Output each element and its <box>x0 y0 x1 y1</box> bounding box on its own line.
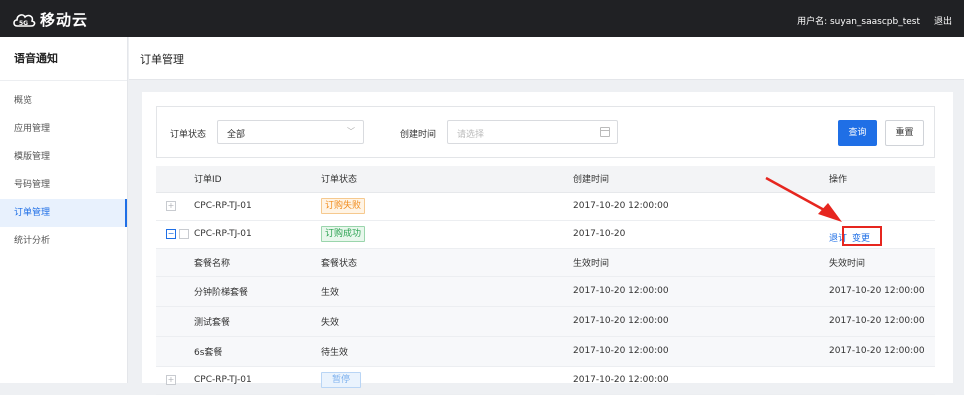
sub-header-plan-name: 套餐名称 <box>194 248 321 277</box>
search-button[interactable]: 查询 <box>838 120 877 146</box>
status-badge: 订购成功 <box>321 226 366 242</box>
cloud-logo-icon: 5G <box>13 13 36 27</box>
status-badge: 订购失败 <box>321 198 366 214</box>
plan-status-cell: 生效 <box>321 276 573 307</box>
sidebar-item-statistics[interactable]: 统计分析 <box>0 227 127 255</box>
sidebar-item-overview[interactable]: 概览 <box>0 87 127 115</box>
top-bar: 5G 移动云 用户名: suyan_saascpb_test 退出 <box>0 0 964 37</box>
sidebar-item-numbers[interactable]: 号码管理 <box>0 171 127 199</box>
logo: 5G 移动云 <box>12 9 88 30</box>
plan-name-cell: 测试套餐 <box>194 306 321 337</box>
sidebar-item-templates[interactable]: 模版管理 <box>0 143 127 171</box>
header-order-id: 订单ID <box>194 166 321 193</box>
expand-plus-icon[interactable]: + <box>166 375 176 385</box>
expand-plus-icon[interactable]: + <box>166 201 176 211</box>
sub-table-row: 6s套餐 待生效 2017-10-20 12:00:00 2017-10-20 … <box>156 336 935 367</box>
time-filter-label: 创建时间 <box>400 130 437 140</box>
sidebar: 语音通知 概览 应用管理 模版管理 号码管理 订单管理 统计分析 <box>0 37 128 383</box>
header-created-time: 创建时间 <box>573 166 829 193</box>
plan-end-cell: 2017-10-20 12:00:00 <box>829 276 935 307</box>
calendar-icon <box>600 127 610 137</box>
created-time-cell: 2017-10-20 <box>573 220 829 249</box>
table-row: + CPC-RP-TJ-01 订购失败 2017-10-20 12:00:00 <box>156 192 935 221</box>
logo-text: 移动云 <box>40 11 89 29</box>
orders-table: 订单ID 订单状态 创建时间 操作 + CPC-RP-TJ-01 订购失败 20… <box>156 166 935 395</box>
created-time-cell: 2017-10-20 12:00:00 <box>573 366 829 395</box>
svg-text:5G: 5G <box>19 20 28 27</box>
filter-panel: 订单状态 全部 ﹀ 创建时间 请选择 查询 重置 <box>156 106 935 158</box>
plan-start-cell: 2017-10-20 12:00:00 <box>573 336 829 367</box>
sidebar-item-orders[interactable]: 订单管理 <box>0 199 127 227</box>
sub-header-start-time: 生效时间 <box>573 248 829 277</box>
sub-table-header-row: 套餐名称 套餐状态 生效时间 失效时间 <box>156 248 935 277</box>
status-badge: 暂停 <box>321 372 362 388</box>
change-link[interactable]: 变更 <box>852 231 870 244</box>
user-area: 用户名: suyan_saascpb_test 退出 <box>797 14 952 27</box>
date-placeholder: 请选择 <box>457 130 485 140</box>
order-id-cell: CPC-RP-TJ-01 <box>194 366 321 395</box>
logout-link[interactable]: 退出 <box>934 14 952 27</box>
header-actions: 操作 <box>829 166 935 193</box>
plan-status-cell: 待生效 <box>321 336 573 367</box>
page-header: 订单管理 <box>129 37 964 80</box>
table-row: + CPC-RP-TJ-01 暂停 2017-10-20 12:00:00 <box>156 366 935 395</box>
plan-name-cell: 分钟阶梯套餐 <box>194 276 321 307</box>
sub-table-row: 测试套餐 失效 2017-10-20 12:00:00 2017-10-20 1… <box>156 306 935 337</box>
plan-name-cell: 6s套餐 <box>194 336 321 367</box>
plan-start-cell: 2017-10-20 12:00:00 <box>573 306 829 337</box>
sidebar-item-apps[interactable]: 应用管理 <box>0 115 127 143</box>
table-header-row: 订单ID 订单状态 创建时间 操作 <box>156 166 935 193</box>
order-id-cell: CPC-RP-TJ-01 <box>194 192 321 221</box>
created-time-cell: 2017-10-20 12:00:00 <box>573 192 829 221</box>
collapse-minus-icon[interactable]: − <box>166 229 176 239</box>
status-filter-label: 订单状态 <box>170 130 207 140</box>
plan-status-cell: 失效 <box>321 306 573 337</box>
page-title: 订单管理 <box>140 53 184 66</box>
sidebar-title: 语音通知 <box>0 37 127 81</box>
sub-table-row: 分钟阶梯套餐 生效 2017-10-20 12:00:00 2017-10-20… <box>156 276 935 307</box>
date-picker-input[interactable]: 请选择 <box>447 120 618 144</box>
table-row-expanded: − CPC-RP-TJ-01 订购成功 2017-10-20 <box>156 220 935 249</box>
highlight-box: 变更 <box>842 226 882 246</box>
order-id-cell: CPC-RP-TJ-01 <box>194 220 321 249</box>
chevron-down-icon: ﹀ <box>347 127 355 136</box>
status-select[interactable]: 全部 ﹀ <box>217 120 364 144</box>
plan-start-cell: 2017-10-20 12:00:00 <box>573 276 829 307</box>
status-select-value: 全部 <box>227 130 246 140</box>
header-expand-col <box>156 166 194 193</box>
plan-end-cell: 2017-10-20 12:00:00 <box>829 336 935 367</box>
sub-header-end-time: 失效时间 <box>829 248 935 277</box>
header-order-status: 订单状态 <box>321 166 573 193</box>
row-checkbox[interactable] <box>179 229 189 239</box>
username-label: 用户名: suyan_saascpb_test <box>797 17 920 27</box>
sub-header-plan-status: 套餐状态 <box>321 248 573 277</box>
reset-button[interactable]: 重置 <box>885 120 924 146</box>
plan-end-cell: 2017-10-20 12:00:00 <box>829 306 935 337</box>
